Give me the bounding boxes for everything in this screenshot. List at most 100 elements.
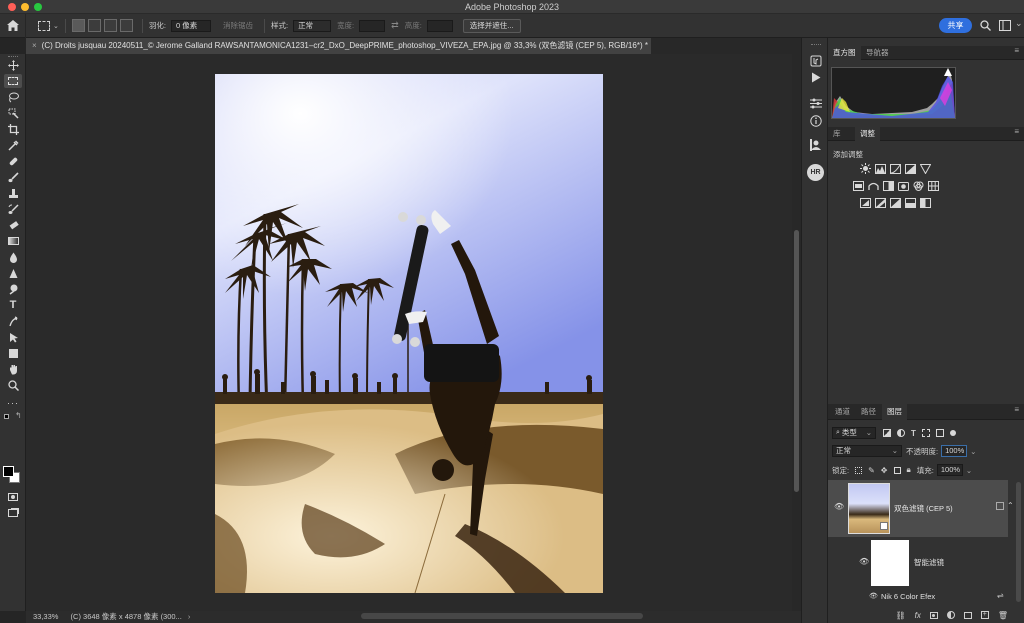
style-select[interactable]: 正常 — [293, 19, 332, 32]
canvas-area[interactable] — [26, 54, 792, 611]
move-icon[interactable] — [4, 58, 22, 72]
smart-filter-item[interactable]: 👁︎ 智能滤镜 — [828, 537, 1008, 586]
levels-icon[interactable] — [874, 163, 886, 174]
intersect-selection-button[interactable] — [119, 19, 133, 32]
eye-icon[interactable]: 👁︎ — [869, 592, 878, 600]
add-mask-icon[interactable] — [929, 611, 938, 619]
opacity-input[interactable]: 100% — [941, 445, 968, 457]
tab-libraries[interactable]: 库 — [828, 127, 846, 141]
search-icon[interactable] — [980, 20, 991, 31]
swap-icon[interactable]: ⇄ — [391, 20, 399, 31]
invert-icon[interactable] — [859, 197, 871, 208]
smart-filter-link-icon[interactable] — [996, 502, 1004, 510]
channel-mixer-icon[interactable] — [912, 180, 924, 191]
foreground-color-swatch[interactable] — [3, 466, 14, 477]
brush-icon[interactable] — [4, 170, 22, 184]
actions-icon[interactable] — [809, 54, 823, 68]
new-adjustment-layer-icon[interactable] — [946, 611, 955, 619]
crop-icon[interactable] — [4, 122, 22, 136]
brightness-icon[interactable] — [859, 163, 871, 174]
home-button[interactable] — [0, 13, 26, 38]
eyedropper-icon[interactable] — [4, 138, 22, 152]
selective-color-icon[interactable] — [919, 197, 931, 208]
lasso-icon[interactable] — [4, 90, 22, 104]
histogram-warning-icon[interactable] — [944, 68, 952, 76]
strip-grip[interactable] — [811, 44, 821, 46]
play-icon[interactable] — [809, 70, 823, 84]
lock-all-icon[interactable]: 🔒︎ — [907, 465, 911, 475]
eraser-icon[interactable] — [4, 218, 22, 232]
screen-mode-icon[interactable] — [4, 506, 22, 520]
new-selection-button[interactable] — [71, 19, 85, 32]
shape-icon[interactable] — [4, 330, 22, 344]
height-input[interactable] — [426, 19, 453, 32]
fx-icon[interactable]: fx — [915, 611, 921, 620]
lock-artboard-icon[interactable] — [893, 466, 901, 474]
antialias-checkbox[interactable]: 消除锯齿 — [223, 20, 253, 31]
spot-heal-icon[interactable] — [4, 154, 22, 168]
account-icon[interactable] — [809, 138, 823, 152]
marquee-icon[interactable] — [4, 74, 22, 88]
tab-layers[interactable]: 图层 — [882, 404, 907, 420]
select-and-mask-button[interactable]: 选择并遮住... — [462, 18, 521, 33]
filter-smart-object-icon[interactable] — [935, 428, 944, 437]
lock-position-icon[interactable]: ✥ — [881, 466, 888, 475]
panel-menu-icon[interactable]: ≡ — [1014, 405, 1019, 414]
eye-icon[interactable]: 👁︎ — [859, 557, 869, 566]
blur-icon[interactable] — [4, 250, 22, 264]
zoom-level[interactable]: 33,33% — [33, 612, 58, 621]
curves-icon[interactable] — [889, 163, 901, 174]
tab-paths[interactable]: 路径 — [856, 404, 881, 420]
blend-mode-select[interactable]: 正常 ⌄ — [832, 445, 902, 457]
workspace-chevron-icon[interactable]: ⌄ — [1015, 18, 1023, 29]
new-group-icon[interactable] — [963, 611, 972, 619]
quick-select-icon[interactable] — [4, 106, 22, 120]
more-tools-icon[interactable]: ··· — [4, 396, 22, 410]
feather-input[interactable]: 0 像素 — [170, 19, 211, 32]
reset-colors-icon[interactable]: ↰ — [4, 411, 22, 422]
canvas-vertical-scrollbar[interactable] — [792, 54, 801, 611]
path-select-icon[interactable] — [4, 314, 22, 328]
lock-transparent-icon[interactable] — [855, 466, 863, 474]
threshold-icon[interactable] — [889, 197, 901, 208]
zoom-icon[interactable] — [4, 378, 22, 392]
hr-plugin-icon[interactable]: HR — [807, 164, 824, 181]
rectangle-icon[interactable] — [4, 346, 22, 360]
tab-adjustments[interactable]: 调整 — [855, 127, 880, 141]
color-lookup-icon[interactable] — [927, 180, 939, 191]
document-image[interactable] — [215, 74, 603, 593]
black-white-icon[interactable] — [882, 180, 894, 191]
close-tab-icon[interactable]: × — [32, 41, 37, 50]
workspace-icon[interactable] — [999, 20, 1011, 31]
new-layer-icon[interactable]: + — [980, 611, 989, 619]
pen-icon[interactable] — [4, 282, 22, 296]
panel-menu-icon[interactable]: ≡ — [1014, 46, 1019, 55]
width-input[interactable] — [359, 19, 386, 32]
layers-scrollbar[interactable] — [1016, 482, 1021, 602]
vibrance-icon[interactable] — [919, 163, 931, 174]
fill-input[interactable]: 100% — [936, 464, 963, 476]
tab-channels[interactable]: 通道 — [830, 404, 855, 420]
type-icon[interactable]: T — [4, 298, 22, 312]
filter-options-icon[interactable]: ⇌ — [997, 591, 1004, 600]
info-arrow-icon[interactable]: › — [188, 612, 191, 621]
history-brush-icon[interactable] — [4, 202, 22, 216]
filter-type-icon[interactable]: T — [911, 429, 916, 438]
properties-icon[interactable] — [809, 96, 823, 110]
photo-filter-icon[interactable] — [897, 180, 909, 191]
layer-name[interactable]: 双色滤镜 (CEP 5) — [894, 503, 953, 514]
scrollbar-thumb[interactable] — [794, 230, 799, 492]
filter-effect-item[interactable]: 👁︎ Nik 6 Color Efex ⇌ — [828, 591, 1008, 603]
opacity-chevron-icon[interactable]: ⌄ — [970, 447, 976, 456]
posterize-icon[interactable] — [874, 197, 886, 208]
chevron-down-icon[interactable]: ⌄ — [53, 22, 59, 30]
filter-toggle-icon[interactable] — [949, 429, 956, 436]
color-balance-icon[interactable] — [867, 180, 879, 191]
hue-saturation-icon[interactable] — [852, 180, 864, 191]
canvas-horizontal-scrollbar[interactable] — [361, 613, 643, 619]
eye-icon[interactable]: 👁︎ — [834, 502, 844, 511]
share-button[interactable]: 共享 — [939, 18, 972, 33]
subtract-selection-button[interactable] — [103, 19, 117, 32]
quick-mask-icon[interactable] — [4, 490, 22, 504]
link-layers-icon[interactable]: ⛓︎ — [895, 611, 905, 620]
